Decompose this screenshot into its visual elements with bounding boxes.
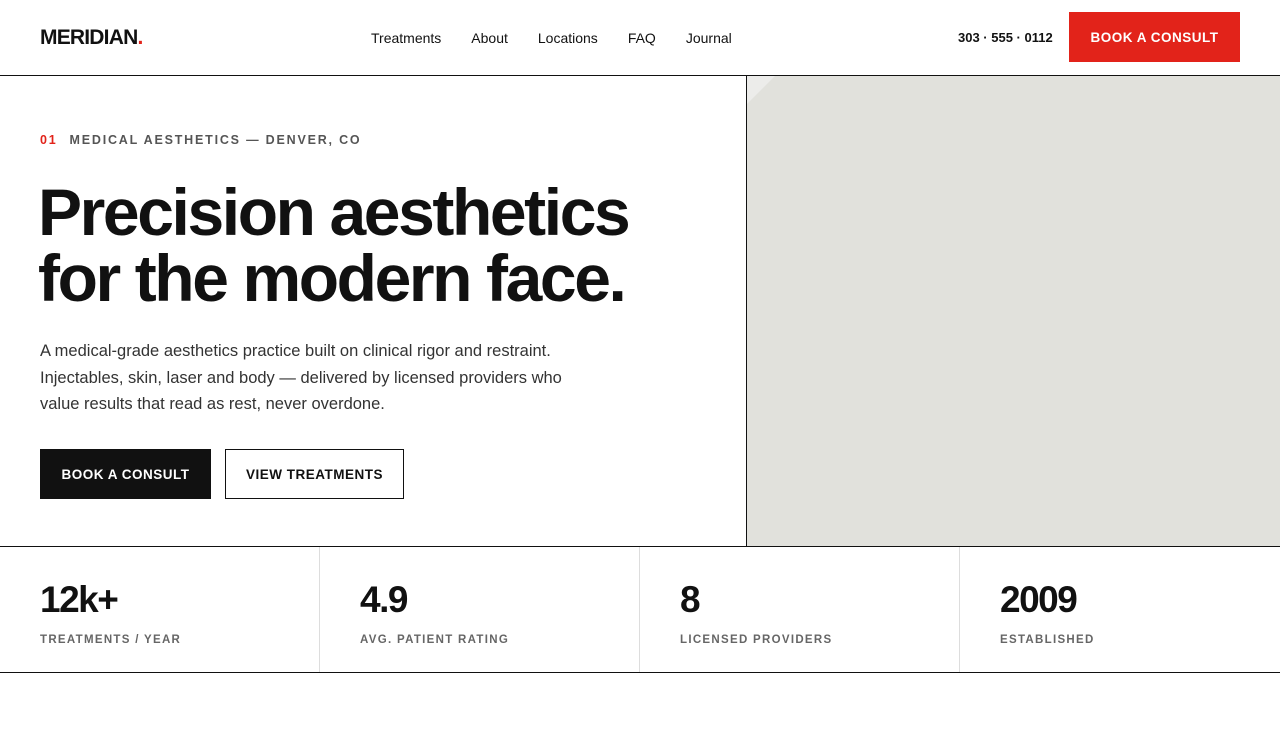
nav-link-journal[interactable]: Journal xyxy=(686,29,732,47)
stat-providers: 8 LICENSED PROVIDERS xyxy=(640,547,960,672)
phone-number[interactable]: 303 · 555 · 0112 xyxy=(958,29,1053,47)
stat-rating: 4.9 AVG. PATIENT RATING xyxy=(320,547,640,672)
logo-dot: . xyxy=(137,26,143,49)
hero-image-placeholder xyxy=(746,76,1280,546)
hero-eyebrow: 01 MEDICAL AESTHETICS — DENVER, CO xyxy=(40,133,361,147)
stat-value: 12k+ xyxy=(40,579,119,620)
stat-treatments: 12k+ TREATMENTS / YEAR xyxy=(0,547,320,672)
stat-value: 4.9 xyxy=(360,579,408,620)
image-corner-fold xyxy=(747,76,775,104)
hero-lede: A medical-grade aesthetics practice buil… xyxy=(40,342,562,413)
nav-link-about[interactable]: About xyxy=(471,29,508,47)
hero-cta-row: BOOK A CONSULT VIEW TREATMENTS xyxy=(40,449,404,499)
logo-text: MERIDIAN xyxy=(40,26,138,49)
view-treatments-button[interactable]: VIEW TREATMENTS xyxy=(225,449,404,499)
nav-link-locations[interactable]: Locations xyxy=(538,29,598,47)
headline-line-1: Precision aesthetics xyxy=(38,175,631,249)
stat-established: 2009 ESTABLISHED xyxy=(960,547,1280,672)
nav-link-treatments[interactable]: Treatments xyxy=(371,29,441,47)
eyebrow-text: MEDICAL AESTHETICS — DENVER, CO xyxy=(69,133,362,147)
site-header: MERIDIAN. Treatments About Locations FAQ… xyxy=(0,0,1280,76)
headline-line-2: for the modern face. xyxy=(38,241,627,315)
header-book-consult-button[interactable]: BOOK A CONSULT xyxy=(1069,12,1240,62)
stat-label: LICENSED PROVIDERS xyxy=(680,634,833,646)
stats-bar: 12k+ TREATMENTS / YEAR 4.9 AVG. PATIENT … xyxy=(0,546,1280,673)
nav-link-faq[interactable]: FAQ xyxy=(628,29,656,47)
hero-content: 01 MEDICAL AESTHETICS — DENVER, CO Precis… xyxy=(0,76,746,546)
main-nav: Treatments About Locations FAQ Journal xyxy=(371,29,732,47)
stat-label: AVG. PATIENT RATING xyxy=(360,634,510,646)
logo[interactable]: MERIDIAN. xyxy=(40,26,143,50)
eyebrow-number: 01 xyxy=(40,133,58,147)
hero-headline: Precision aesthetics for the modern face… xyxy=(38,175,631,315)
stat-label: ESTABLISHED xyxy=(1000,634,1095,646)
book-consult-button[interactable]: BOOK A CONSULT xyxy=(40,449,211,499)
stat-label: TREATMENTS / YEAR xyxy=(40,634,182,646)
stat-value: 8 xyxy=(680,579,701,620)
stat-value: 2009 xyxy=(1000,579,1078,620)
